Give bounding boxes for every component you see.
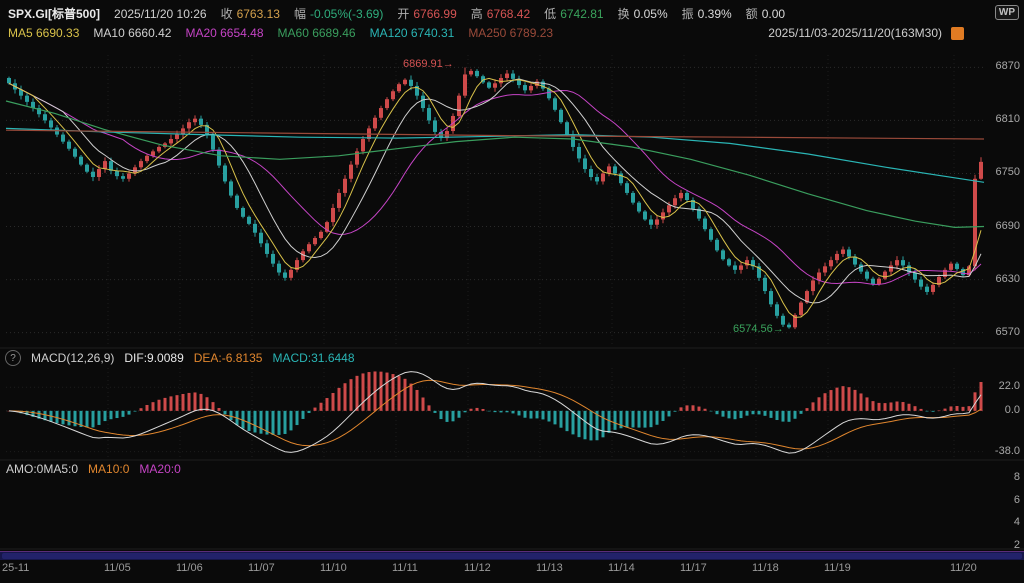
x-axis-label: 11/14 <box>608 562 635 574</box>
ma-legend-item: MA20 6654.48 <box>185 26 263 40</box>
macd-header: ? MACD(12,26,9) DIF:9.0089 DEA:-6.8135 M… <box>5 350 355 366</box>
field-value: 0.05% <box>634 7 668 21</box>
x-axis-label: 11/06 <box>176 562 203 574</box>
date-range-text: 2025/11/03-2025/11/20(163M30) <box>768 26 942 40</box>
x-axis-label: 25-11 <box>2 562 29 574</box>
amo-value: AMO:0MA5:0 <box>6 462 78 476</box>
low-price-annotation: 6574.56→ <box>733 323 784 335</box>
x-axis-label: 11/07 <box>248 562 275 574</box>
x-axis-label: 11/17 <box>680 562 707 574</box>
quote-datetime: 2025/11/20 10:26 <box>114 7 207 21</box>
x-axis-label: 11/11 <box>392 562 418 574</box>
amo-ma10-value: MA10:0 <box>88 462 129 476</box>
field-label: 收 <box>221 7 233 21</box>
amo-header: AMO:0MA5:0 MA10:0 MA20:0 <box>6 462 181 476</box>
ma-legend-item: MA60 6689.46 <box>278 26 356 40</box>
quote-field-开: 开 6766.99 <box>397 5 456 22</box>
field-label: 额 <box>746 7 758 21</box>
ma-legend-item: MA5 6690.33 <box>8 26 79 40</box>
indicator-icon[interactable] <box>951 27 964 40</box>
macd-dea-value: DEA:-6.8135 <box>194 351 263 365</box>
ma-legend: MA5 6690.33 MA10 6660.42 MA20 6654.48 MA60 … <box>8 26 553 40</box>
field-label: 开 <box>397 7 409 21</box>
quote-field-幅: 幅 -0.05%(-3.69) <box>294 5 383 22</box>
x-axis-label: 11/18 <box>752 562 779 574</box>
macd-macd-value: MACD:31.6448 <box>272 351 354 365</box>
field-value: -0.05%(-3.69) <box>310 7 383 21</box>
quote-field-振: 振 0.39% <box>682 5 732 22</box>
field-value: 6766.99 <box>413 7 456 21</box>
symbol-name: SPX.GI[标普500] <box>8 5 100 22</box>
field-label: 换 <box>618 7 630 21</box>
x-axis-label: 11/19 <box>824 562 851 574</box>
scrollbar-thumb[interactable] <box>2 553 1022 559</box>
help-icon[interactable]: ? <box>5 350 21 366</box>
field-value: 6768.42 <box>487 7 530 21</box>
candlestick-chart[interactable] <box>0 0 1024 583</box>
high-price-annotation: 6869.91→ <box>403 58 454 70</box>
ma-legend-item: MA120 6740.31 <box>370 26 455 40</box>
field-label: 振 <box>682 7 694 21</box>
field-value: 0.39% <box>698 7 732 21</box>
quote-field-换: 换 0.05% <box>618 5 668 22</box>
wp-watermark-logo: WP <box>995 5 1019 20</box>
x-axis-label: 11/05 <box>104 562 131 574</box>
quote-header: SPX.GI[标普500] 2025/11/20 10:26 收 6763.13 幅… <box>8 5 785 22</box>
quote-field-高: 高 6768.42 <box>471 5 530 22</box>
x-axis-label: 11/12 <box>464 562 491 574</box>
x-axis-label: 11/10 <box>320 562 347 574</box>
field-value: 6763.13 <box>237 7 280 21</box>
ma-legend-item: MA10 6660.42 <box>93 26 171 40</box>
quote-field-额: 额 0.00 <box>746 5 785 22</box>
macd-dif-value: DIF:9.0089 <box>124 351 183 365</box>
x-axis-label: 11/20 <box>950 562 977 574</box>
x-axis-label: 11/13 <box>536 562 563 574</box>
x-axis: 25-11 11/05 11/06 11/07 11/10 11/11 11/12 11/13… <box>0 562 1024 578</box>
field-label: 幅 <box>294 7 306 21</box>
field-value: 0.00 <box>762 7 785 21</box>
field-value: 6742.81 <box>560 7 603 21</box>
ma-legend-item: MA250 6789.23 <box>468 26 553 40</box>
chart-scrollbar[interactable] <box>0 551 1024 560</box>
field-label: 低 <box>544 7 556 21</box>
chart-app: SPX.GI[标普500] 2025/11/20 10:26 收 6763.13 幅… <box>0 0 1024 583</box>
date-range: 2025/11/03-2025/11/20(163M30) <box>768 26 964 40</box>
quote-field-低: 低 6742.81 <box>544 5 603 22</box>
macd-title: MACD(12,26,9) <box>31 351 114 365</box>
quote-field-收: 收 6763.13 <box>221 5 280 22</box>
field-label: 高 <box>471 7 483 21</box>
amo-ma20-value: MA20:0 <box>139 462 180 476</box>
